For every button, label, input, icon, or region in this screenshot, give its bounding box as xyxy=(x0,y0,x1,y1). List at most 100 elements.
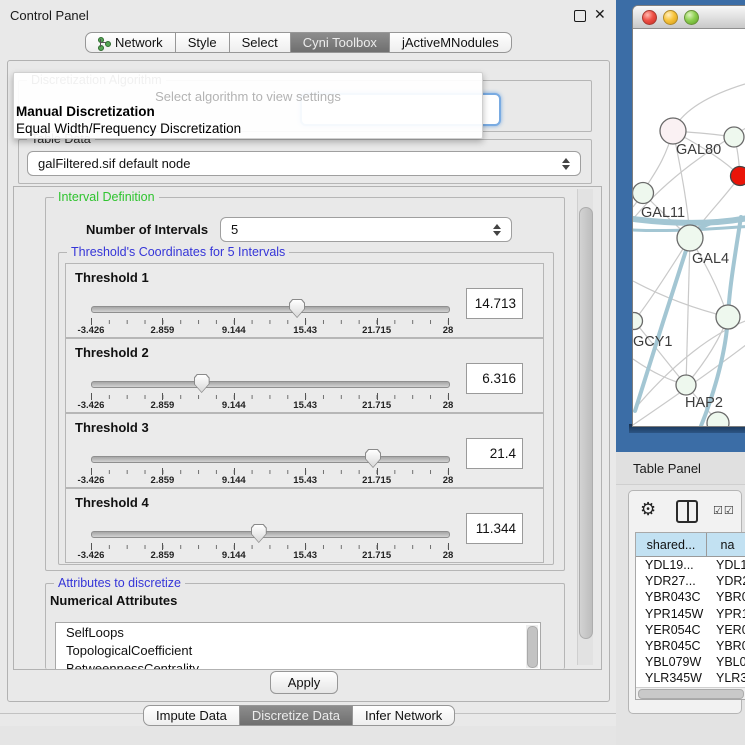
threshold-panel: Threshold 1 -3.4262.8599.14415.4321.7152… xyxy=(65,263,544,338)
node-label: GAL80 xyxy=(676,142,721,158)
scrollbar-thumb[interactable] xyxy=(638,689,744,699)
slider-tick-labels: -3.4262.8599.14415.4321.71528 xyxy=(91,400,448,412)
tab-label: jActiveMNodules xyxy=(402,35,499,50)
tab-network[interactable]: Network xyxy=(85,32,176,53)
mac-zoom-button[interactable] xyxy=(684,10,699,25)
stepper-arrows-icon xyxy=(493,224,501,236)
attributes-list[interactable]: SelfLoops TopologicalCoefficient Between… xyxy=(55,622,541,670)
bottom-tab-strip: Impute Data Discretize Data Infer Networ… xyxy=(143,705,455,726)
tab-label: Infer Network xyxy=(365,708,442,723)
node-red-selected[interactable] xyxy=(731,167,745,186)
column-layout-icon[interactable] xyxy=(676,500,698,523)
tab-jactivemnodules[interactable]: jActiveMNodules xyxy=(390,32,512,53)
tab-label: Discretize Data xyxy=(252,708,340,723)
mac-minimize-button[interactable] xyxy=(663,10,678,25)
list-item[interactable]: BetweennessCentrality xyxy=(56,659,540,670)
threshold-value-field[interactable]: 11.344 xyxy=(466,513,523,544)
table-row[interactable]: YLR345WYLR3 xyxy=(636,670,745,686)
slider-thumb[interactable] xyxy=(251,524,267,543)
tab-cyni-toolbox[interactable]: Cyni Toolbox xyxy=(291,32,390,53)
close-icon[interactable]: ✕ xyxy=(594,6,606,23)
network-canvas[interactable]: GAL80 GA C GAL11 GAL4 GCY1 H HAP2 xyxy=(633,29,745,426)
scrollbar-thumb[interactable] xyxy=(579,207,593,639)
horizontal-scrollbar[interactable] xyxy=(636,687,745,699)
table-panel-titlebar: Table Panel xyxy=(616,452,745,485)
tab-label: Impute Data xyxy=(156,708,227,723)
table-row[interactable]: YER054CYER0 xyxy=(636,622,745,638)
checkbox-icons[interactable]: ☑☑ xyxy=(713,504,735,517)
node-left-mid[interactable] xyxy=(633,183,654,204)
group-title: Threshold's Coordinates for 5 Intervals xyxy=(67,245,289,259)
slider-thumb[interactable] xyxy=(194,374,210,393)
table-row[interactable]: YBR043CYBR0 xyxy=(636,589,745,605)
number-of-intervals-combobox[interactable]: 5 xyxy=(220,217,512,242)
slider-track[interactable] xyxy=(91,306,450,313)
number-of-intervals-label: Number of Intervals xyxy=(86,222,208,237)
threshold-label: Threshold 2 xyxy=(75,345,149,360)
table-panel-title: Table Panel xyxy=(633,461,701,476)
float-window-icon[interactable] xyxy=(574,10,586,22)
popup-hint: Select algorithm to view settings xyxy=(14,89,482,104)
column-header-name[interactable]: na xyxy=(707,533,745,556)
threshold-slider[interactable]: -3.4262.8599.14415.4321.71528 xyxy=(91,300,448,336)
list-item[interactable]: TopologicalCoefficient xyxy=(56,641,540,659)
network-icon xyxy=(98,36,110,50)
list-item[interactable]: SelfLoops xyxy=(56,623,540,641)
mac-close-button[interactable] xyxy=(642,10,657,25)
tab-style[interactable]: Style xyxy=(176,32,230,53)
node-gal4[interactable] xyxy=(677,225,703,251)
slider-thumb[interactable] xyxy=(365,449,381,468)
combobox-value: 5 xyxy=(231,222,493,237)
tab-select[interactable]: Select xyxy=(230,32,291,53)
threshold-slider[interactable]: -3.4262.8599.14415.4321.71528 xyxy=(91,525,448,561)
table-row[interactable]: YDL19...YDL1 xyxy=(636,557,745,573)
network-window-titlebar[interactable] xyxy=(633,6,745,29)
node-gal80[interactable] xyxy=(660,118,686,144)
node-gcy1[interactable] xyxy=(633,313,643,330)
node-partial-top-right[interactable] xyxy=(724,127,744,147)
threshold-value-field[interactable]: 6.316 xyxy=(466,363,523,394)
slider-tick-labels: -3.4262.8599.14415.4321.71528 xyxy=(91,325,448,337)
threshold-panel: Threshold 2 -3.4262.8599.14415.4321.7152… xyxy=(65,338,544,413)
slider-ticks xyxy=(91,320,448,324)
threshold-value-field[interactable]: 14.713 xyxy=(466,288,523,319)
numerical-attributes-heading: Numerical Attributes xyxy=(50,593,177,608)
slider-tick-labels: -3.4262.8599.14415.4321.71528 xyxy=(91,475,448,487)
tab-infer-network[interactable]: Infer Network xyxy=(353,705,455,726)
threshold-slider[interactable]: -3.4262.8599.14415.4321.71528 xyxy=(91,450,448,486)
table-row[interactable]: YPR145WYPR1 xyxy=(636,606,745,622)
vertical-scrollbar[interactable] xyxy=(577,189,593,665)
tab-discretize-data[interactable]: Discretize Data xyxy=(240,705,353,726)
tab-impute-data[interactable]: Impute Data xyxy=(143,705,240,726)
table-data-combobox[interactable]: galFiltered.sif default node xyxy=(27,151,581,176)
table-row[interactable]: YDR27...YDR2 xyxy=(636,573,745,589)
node-h[interactable] xyxy=(716,305,740,329)
apply-button[interactable]: Apply xyxy=(270,671,338,694)
column-header-shared-name[interactable]: shared... xyxy=(636,533,707,556)
slider-track[interactable] xyxy=(91,531,450,538)
popup-option-manual-discretization[interactable]: Manual Discretization xyxy=(16,104,155,119)
slider-track[interactable] xyxy=(91,456,450,463)
threshold-label: Threshold 1 xyxy=(75,270,149,285)
node-hap2[interactable] xyxy=(676,375,696,395)
slider-track[interactable] xyxy=(91,381,450,388)
slider-thumb[interactable] xyxy=(289,299,305,318)
table-row[interactable]: YBR045CYBR0 xyxy=(636,638,745,654)
network-graph: GAL80 GA C GAL11 GAL4 GCY1 H HAP2 xyxy=(633,29,745,426)
scrollbar-thumb[interactable] xyxy=(527,626,538,668)
table-row[interactable]: YBL079WYBL0 xyxy=(636,654,745,670)
table-panel-window: ⚙ ☑☑ shared... na YDL19...YDL1 YDR27...Y… xyxy=(628,490,742,714)
apply-button-label: Apply xyxy=(288,675,321,690)
threshold-slider[interactable]: -3.4262.8599.14415.4321.71528 xyxy=(91,375,448,411)
node-label: GCY1 xyxy=(633,334,673,350)
popup-option-equal-width[interactable]: Equal Width/Frequency Discretization xyxy=(16,121,241,136)
gear-icon[interactable]: ⚙ xyxy=(640,499,656,520)
threshold-value-field[interactable]: 21.4 xyxy=(466,438,523,469)
screen: Control Panel ✕ Network Style Select Cyn… xyxy=(0,0,745,745)
list-scrollbar[interactable] xyxy=(526,625,538,668)
node-label: GAL4 xyxy=(692,251,729,267)
top-tab-strip: Network Style Select Cyni Toolbox jActiv… xyxy=(85,32,512,53)
interval-definition-group: Interval Definition Number of Intervals … xyxy=(45,197,565,571)
network-view-window: GAL80 GA C GAL11 GAL4 GCY1 H HAP2 xyxy=(632,5,745,427)
node-label: GAL11 xyxy=(641,205,685,221)
